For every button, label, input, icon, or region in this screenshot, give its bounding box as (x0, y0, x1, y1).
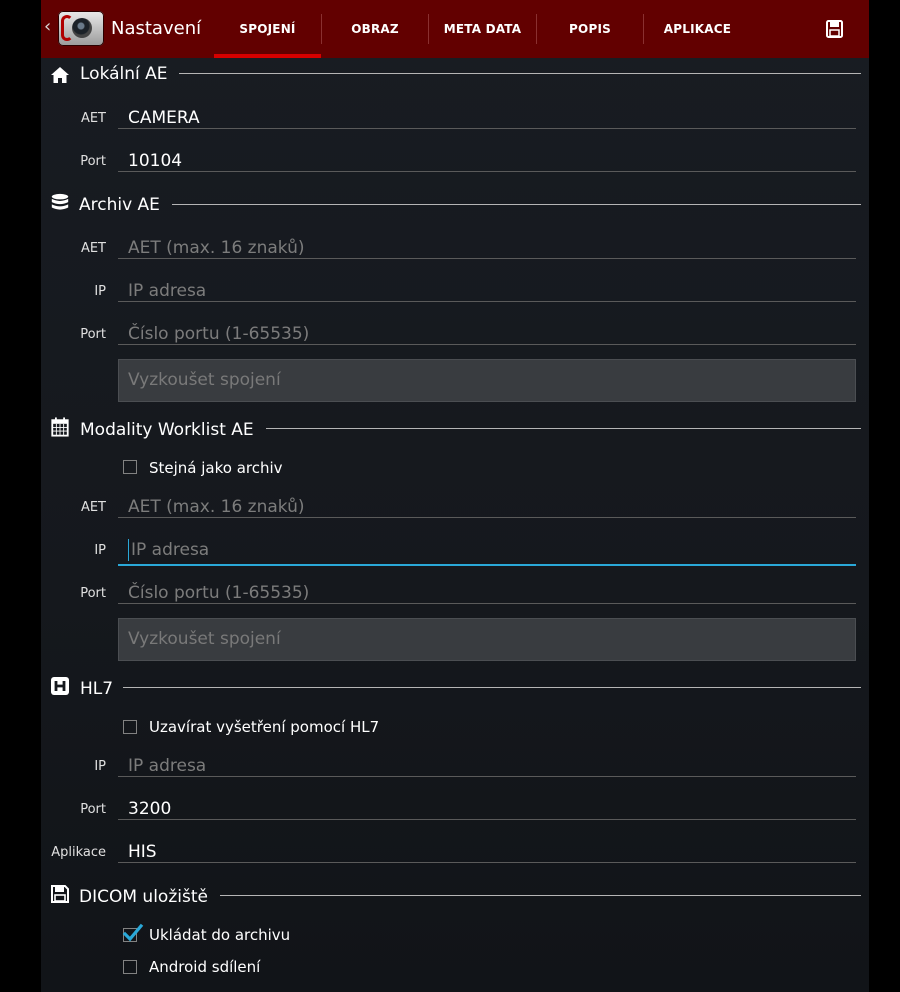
hl7-port-field[interactable]: 3200 (118, 798, 856, 820)
database-icon (51, 193, 69, 210)
worklist-test-connection-button[interactable]: Vyzkoušet spojení (118, 618, 856, 661)
section-divider (220, 895, 861, 896)
floppy-icon (51, 885, 69, 903)
same-as-archive-label: Stejná jako archiv (149, 459, 283, 477)
section-title-hl7: HL7 (80, 679, 114, 699)
local-port-field[interactable]: 10104 (118, 150, 856, 172)
home-icon (51, 67, 69, 83)
calendar-icon (51, 417, 69, 437)
checkmark-icon (122, 923, 144, 942)
worklist-ip-field[interactable]: IP adresa (118, 539, 856, 566)
section-title-local-ae: Lokální AE (80, 64, 168, 84)
port-label: Port (80, 327, 106, 342)
hl7-ip-field[interactable]: IP adresa (118, 755, 856, 777)
ip-label: IP (94, 284, 106, 299)
settings-screen: ‹ Nastavení SPOJENÍ OBRAZ META DATA POPI… (41, 0, 869, 992)
section-title-dicom-storage: DICOM uložiště (79, 887, 208, 907)
section-divider (172, 204, 861, 205)
hospital-icon (51, 677, 69, 695)
action-bar: ‹ Nastavení SPOJENÍ OBRAZ META DATA POPI… (41, 0, 869, 58)
hl7-application-field[interactable]: HIS (118, 841, 856, 863)
save-icon (826, 20, 843, 38)
local-aet-field[interactable]: CAMERA (118, 107, 856, 129)
save-to-archive-checkbox[interactable] (122, 923, 144, 942)
back-icon[interactable]: ‹ (44, 17, 51, 37)
worklist-ip-placeholder: IP adresa (131, 540, 210, 560)
android-sharing-checkbox[interactable] (123, 960, 137, 974)
port-label: Port (80, 154, 106, 169)
archive-aet-field[interactable]: AET (max. 16 znaků) (118, 237, 856, 259)
ip-label: IP (94, 543, 106, 558)
ip-label: IP (94, 759, 106, 774)
aet-label: AET (80, 111, 106, 126)
app-logo-icon[interactable] (58, 11, 104, 46)
active-tab-indicator (214, 54, 321, 58)
application-label: Aplikace (51, 845, 106, 860)
section-divider (266, 428, 861, 429)
section-divider (179, 73, 861, 74)
worklist-aet-field[interactable]: AET (max. 16 znaků) (118, 496, 856, 518)
tab-image[interactable]: OBRAZ (322, 0, 428, 58)
worklist-port-field[interactable]: Číslo portu (1-65535) (118, 582, 856, 604)
save-to-archive-label: Ukládat do archivu (149, 926, 291, 944)
port-label: Port (80, 586, 106, 601)
same-as-archive-checkbox[interactable] (123, 460, 137, 474)
archive-ip-field[interactable]: IP adresa (118, 280, 856, 302)
aet-label: AET (80, 500, 106, 515)
app-title: Nastavení (111, 18, 202, 39)
section-title-worklist-ae: Modality Worklist AE (80, 420, 254, 440)
close-with-hl7-label: Uzavírat vyšetření pomocí HL7 (149, 718, 380, 736)
tab-application[interactable]: APLIKACE (644, 0, 751, 58)
port-label: Port (80, 802, 106, 817)
android-sharing-label: Android sdílení (149, 958, 261, 976)
tab-connection[interactable]: SPOJENÍ (214, 0, 321, 58)
section-divider (123, 687, 861, 688)
aet-label: AET (80, 241, 106, 256)
archive-test-connection-button[interactable]: Vyzkoušet spojení (118, 359, 856, 402)
tab-description[interactable]: POPIS (537, 0, 643, 58)
section-title-archive-ae: Archiv AE (79, 195, 160, 215)
save-button[interactable] (816, 16, 852, 42)
archive-port-field[interactable]: Číslo portu (1-65535) (118, 323, 856, 345)
tab-meta-data[interactable]: META DATA (429, 0, 536, 58)
close-with-hl7-checkbox[interactable] (123, 720, 137, 734)
